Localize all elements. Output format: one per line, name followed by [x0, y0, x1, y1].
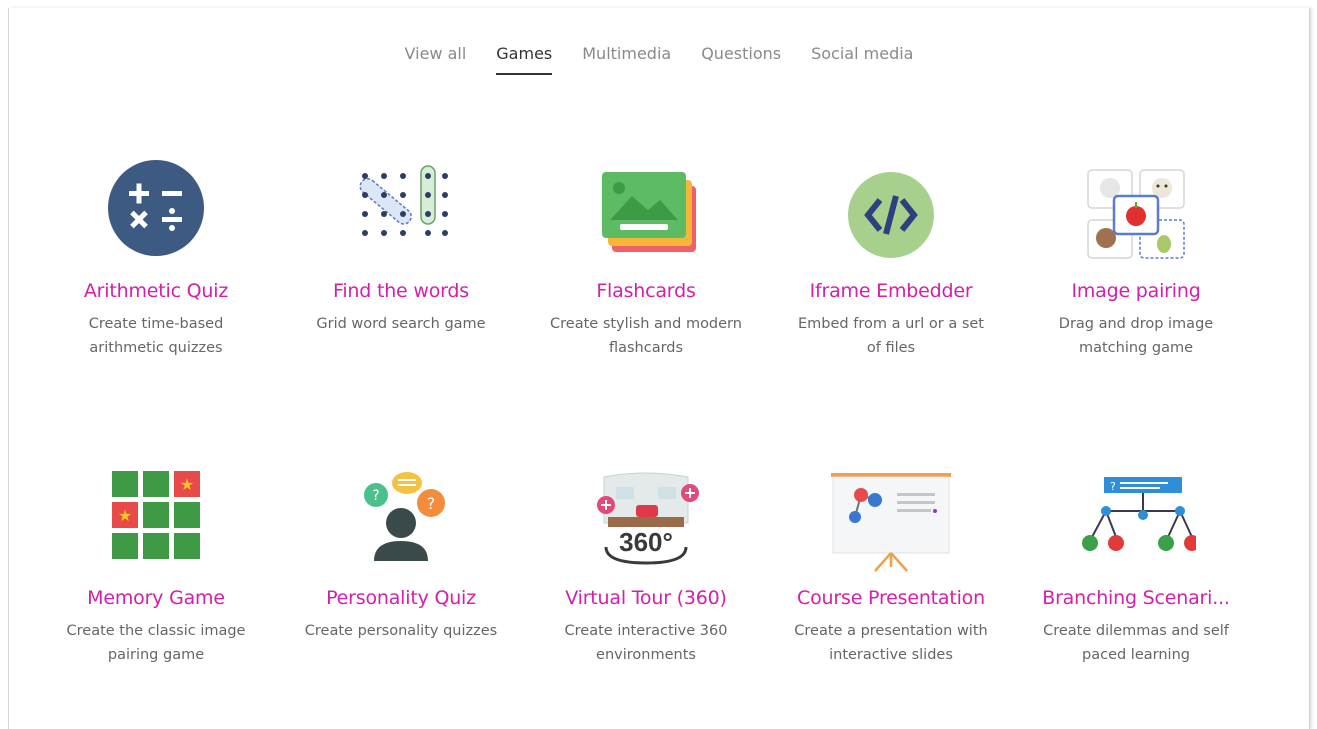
branching-tree-icon: ?	[1082, 477, 1196, 551]
card-title: Memory Game	[87, 587, 225, 609]
card-description: Create interactive 360 environments	[564, 623, 728, 663]
virtual-tour-icon: 360°	[597, 472, 699, 565]
tab-multimedia[interactable]: Multimedia	[582, 44, 671, 73]
image-pairing-icon	[1087, 169, 1185, 259]
card-description: Drag and drop image matching game	[1058, 316, 1214, 356]
card-description: Create personality quizzes	[304, 623, 498, 639]
card-description: Create dilemmas and self paced learning	[1043, 623, 1229, 663]
content-type-card-course-presentation[interactable]: Course Presentation Create a presentatio…	[776, 465, 1006, 667]
svg-text:?: ?	[427, 494, 436, 513]
content-type-card-iframe-embedder[interactable]: Iframe Embedder Embed from a url or a se…	[776, 158, 1006, 360]
card-description: Create a presentation with interactive s…	[794, 623, 988, 663]
word-search-icon	[359, 165, 448, 236]
arithmetic-icon	[108, 160, 204, 256]
tab-questions[interactable]: Questions	[701, 44, 781, 73]
tab-view-all[interactable]: View all	[405, 44, 467, 73]
tab-games[interactable]: Games	[496, 44, 553, 75]
presentation-board-icon	[831, 473, 951, 572]
content-type-card-find-the-words[interactable]: Find the words Grid word search game	[286, 158, 516, 336]
card-description: Create time-based arithmetic quizzes	[88, 316, 224, 356]
svg-text:?: ?	[372, 488, 379, 504]
card-description: Grid word search game	[316, 316, 486, 332]
card-title: Arithmetic Quiz	[83, 280, 229, 302]
card-title: Iframe Embedder	[809, 280, 973, 302]
card-title: Virtual Tour (360)	[565, 587, 727, 609]
card-description: Create stylish and modern flashcards	[550, 316, 742, 356]
content-type-card-image-pairing[interactable]: Image pairing Drag and drop image matchi…	[1021, 158, 1251, 360]
card-title: Branching Scenari...	[1042, 587, 1230, 609]
content-type-card-flashcards[interactable]: Flashcards Create stylish and modern fla…	[531, 158, 761, 360]
svg-text:360°: 360°	[619, 527, 673, 557]
card-title: Personality Quiz	[326, 587, 476, 609]
flashcards-icon	[602, 172, 696, 252]
personality-icon: ? ?	[364, 472, 445, 561]
svg-text:★: ★	[180, 475, 194, 494]
card-title: Flashcards	[596, 280, 696, 302]
content-panel: View all Games Multimedia Questions Social m…	[8, 8, 1310, 729]
code-embed-icon	[848, 172, 934, 258]
content-type-card-memory-game[interactable]: ★ ★ Memory Game Create the classic image…	[41, 465, 271, 667]
category-tabs: View all Games Multimedia Questions Social m…	[9, 44, 1309, 84]
card-title: Find the words	[333, 280, 469, 302]
card-title: Image pairing	[1071, 280, 1201, 302]
memory-grid-icon: ★ ★	[112, 471, 200, 559]
card-title: Course Presentation	[797, 587, 985, 609]
svg-text:?: ?	[1110, 480, 1116, 493]
content-type-card-personality-quiz[interactable]: ? ? Personality Quiz Create personality …	[286, 465, 516, 643]
content-type-card-arithmetic-quiz[interactable]: Arithmetic Quiz Create time-based arithm…	[41, 158, 271, 360]
content-type-card-branching-scenario[interactable]: ? Branching Scenari... Create dilemmas a…	[1021, 465, 1251, 667]
tab-social-media[interactable]: Social media	[811, 44, 913, 73]
svg-text:★: ★	[118, 506, 132, 525]
card-description: Create the classic image pairing game	[66, 623, 246, 663]
content-type-card-virtual-tour[interactable]: 360° Virtual Tour (360) Create interacti…	[531, 465, 761, 667]
card-description: Embed from a url or a set of files	[798, 316, 984, 356]
